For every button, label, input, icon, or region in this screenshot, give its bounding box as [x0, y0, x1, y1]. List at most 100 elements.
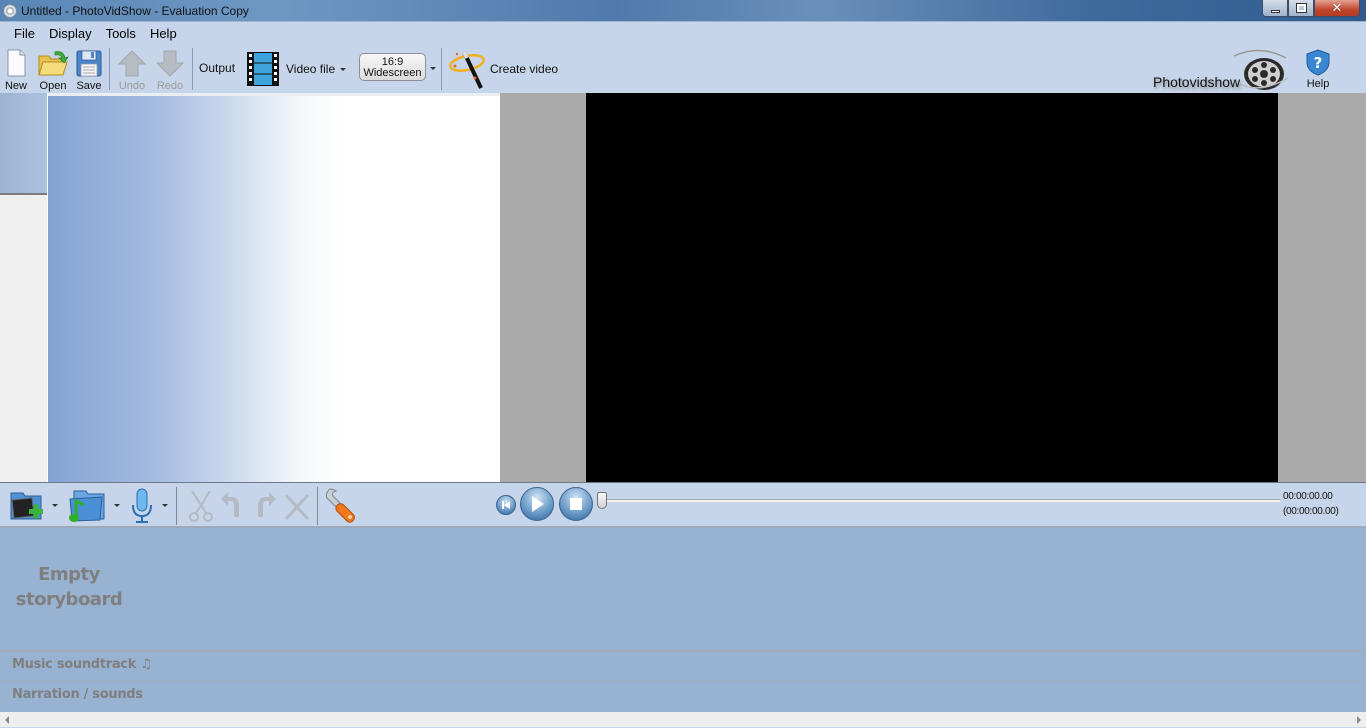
narration-dropdown-icon[interactable]	[162, 504, 168, 507]
preview-area	[500, 93, 1366, 482]
stop-icon	[570, 498, 582, 510]
rotate-right-button[interactable]	[250, 487, 278, 530]
close-button[interactable]: ✕	[1314, 0, 1360, 17]
empty-storyboard-message: Empty storyboard	[0, 562, 138, 612]
slide-editor-panel	[48, 93, 500, 482]
add-music-icon	[69, 490, 105, 522]
menu-file[interactable]: File	[7, 22, 42, 44]
scroll-left-arrow-icon[interactable]	[5, 716, 9, 724]
toolbar-separator	[192, 48, 193, 90]
open-folder-icon	[38, 51, 69, 76]
aspect-dropdown-arrow-icon[interactable]	[430, 67, 436, 70]
empty-storyboard-line1: Empty	[38, 564, 100, 585]
settings-button[interactable]	[322, 487, 360, 530]
add-music-dropdown-icon[interactable]	[114, 504, 120, 507]
scroll-right-arrow-icon[interactable]	[1357, 716, 1361, 724]
rotate-left-button[interactable]	[219, 487, 247, 530]
undo-label: Undo	[118, 80, 146, 92]
redo-arrow-down-icon	[155, 50, 185, 77]
play-button[interactable]	[520, 487, 554, 521]
stop-button[interactable]	[559, 487, 593, 521]
window-controls: ✕	[1262, 0, 1360, 18]
cut-button[interactable]	[184, 487, 218, 530]
main-toolbar: New Open Save Undo Redo Output Video fil…	[0, 44, 1366, 93]
storyboard-toolbar: 00:00:00.00 (00:00:00.00)	[0, 482, 1366, 528]
svg-text:?: ?	[1314, 54, 1323, 72]
save-button[interactable]: Save	[75, 48, 103, 92]
narration-track[interactable]: Narration / sounds	[0, 681, 1366, 711]
toolbar-separator	[176, 487, 177, 525]
rotate-left-icon	[221, 492, 239, 517]
add-pictures-button[interactable]	[5, 487, 47, 530]
output-format-dropdown[interactable]: Video file	[286, 62, 347, 76]
close-icon: ✕	[1331, 0, 1343, 15]
new-button[interactable]: New	[4, 48, 28, 92]
menu-tools[interactable]: Tools	[99, 22, 143, 44]
toolbar-separator	[441, 48, 442, 90]
delete-x-icon	[284, 493, 310, 521]
title-bar: Untitled - PhotoVidShow - Evaluation Cop…	[0, 0, 1366, 22]
open-button[interactable]: Open	[37, 48, 69, 92]
new-label: New	[4, 80, 27, 92]
menu-help[interactable]: Help	[143, 22, 184, 44]
add-pictures-dropdown-icon[interactable]	[52, 504, 58, 507]
wrench-icon	[325, 488, 355, 523]
photovidshow-window: Untitled - PhotoVidShow - Evaluation Cop…	[0, 0, 1366, 728]
restore-button[interactable]	[1288, 0, 1314, 17]
scissors-icon	[189, 490, 213, 522]
video-preview	[586, 93, 1278, 482]
storyboard[interactable]: Empty storyboard Music soundtrack ♫ Narr…	[0, 528, 1366, 712]
window-title: Untitled - PhotoVidShow - Evaluation Cop…	[21, 4, 249, 18]
empty-storyboard-line2: storyboard	[15, 589, 123, 610]
delete-button[interactable]	[282, 487, 312, 530]
save-floppy-icon	[76, 50, 102, 77]
narration-track-label: Narration / sounds	[12, 687, 143, 702]
microphone-icon	[132, 488, 152, 523]
brand-text: Photovidshow	[1153, 74, 1241, 90]
play-icon	[532, 496, 544, 512]
create-video-button[interactable]: Create video	[447, 48, 558, 90]
help-label: Help	[1306, 78, 1330, 90]
timeline-slider-track[interactable]	[604, 499, 1280, 502]
restore-icon	[1295, 3, 1307, 13]
open-label: Open	[39, 80, 67, 92]
redo-button[interactable]: Redo	[155, 48, 185, 92]
menu-display[interactable]: Display	[42, 22, 99, 44]
time-readout: 00:00:00.00 (00:00:00.00)	[1283, 489, 1339, 519]
total-time: (00:00:00.00)	[1283, 506, 1339, 517]
magic-wand-icon	[449, 51, 485, 89]
rotate-right-icon	[258, 492, 276, 517]
output-label: Output	[199, 61, 236, 75]
undo-arrow-up-icon	[117, 50, 147, 77]
add-pictures-icon	[10, 492, 43, 520]
add-music-button[interactable]	[66, 487, 108, 530]
rewind-button[interactable]	[496, 495, 516, 515]
rewind-to-start-icon	[502, 501, 510, 509]
film-strip-icon	[247, 52, 279, 86]
chevron-down-icon	[340, 68, 347, 72]
aspect-ratio-name: Widescreen	[363, 67, 422, 79]
help-shield-icon: ?	[1306, 49, 1330, 76]
side-panel-tab[interactable]	[0, 93, 47, 195]
toolbar-separator	[317, 487, 318, 525]
new-document-icon	[7, 49, 26, 77]
create-video-label: Create video	[490, 62, 559, 76]
music-soundtrack-track[interactable]: Music soundtrack ♫	[0, 650, 1366, 680]
menu-bar: File Display Tools Help	[0, 22, 1366, 44]
left-side-panel	[0, 93, 48, 482]
undo-button[interactable]: Undo	[117, 48, 147, 92]
minimize-icon	[1270, 9, 1280, 13]
horizontal-scrollbar[interactable]	[0, 712, 1366, 728]
help-button[interactable]: ? Help	[1305, 48, 1331, 90]
aspect-ratio-button[interactable]: 16:9 Widescreen	[359, 53, 426, 81]
current-time: 00:00:00.00	[1283, 491, 1333, 502]
timeline-slider-thumb[interactable]	[597, 492, 607, 509]
redo-label: Redo	[156, 80, 184, 92]
music-track-label: Music soundtrack ♫	[12, 657, 152, 672]
toolbar-separator	[109, 48, 110, 90]
save-label: Save	[76, 80, 102, 92]
add-narration-button[interactable]	[128, 487, 156, 530]
output-format-value: Video file	[286, 62, 336, 76]
minimize-button[interactable]	[1262, 0, 1288, 17]
app-disc-icon[interactable]	[3, 4, 17, 18]
